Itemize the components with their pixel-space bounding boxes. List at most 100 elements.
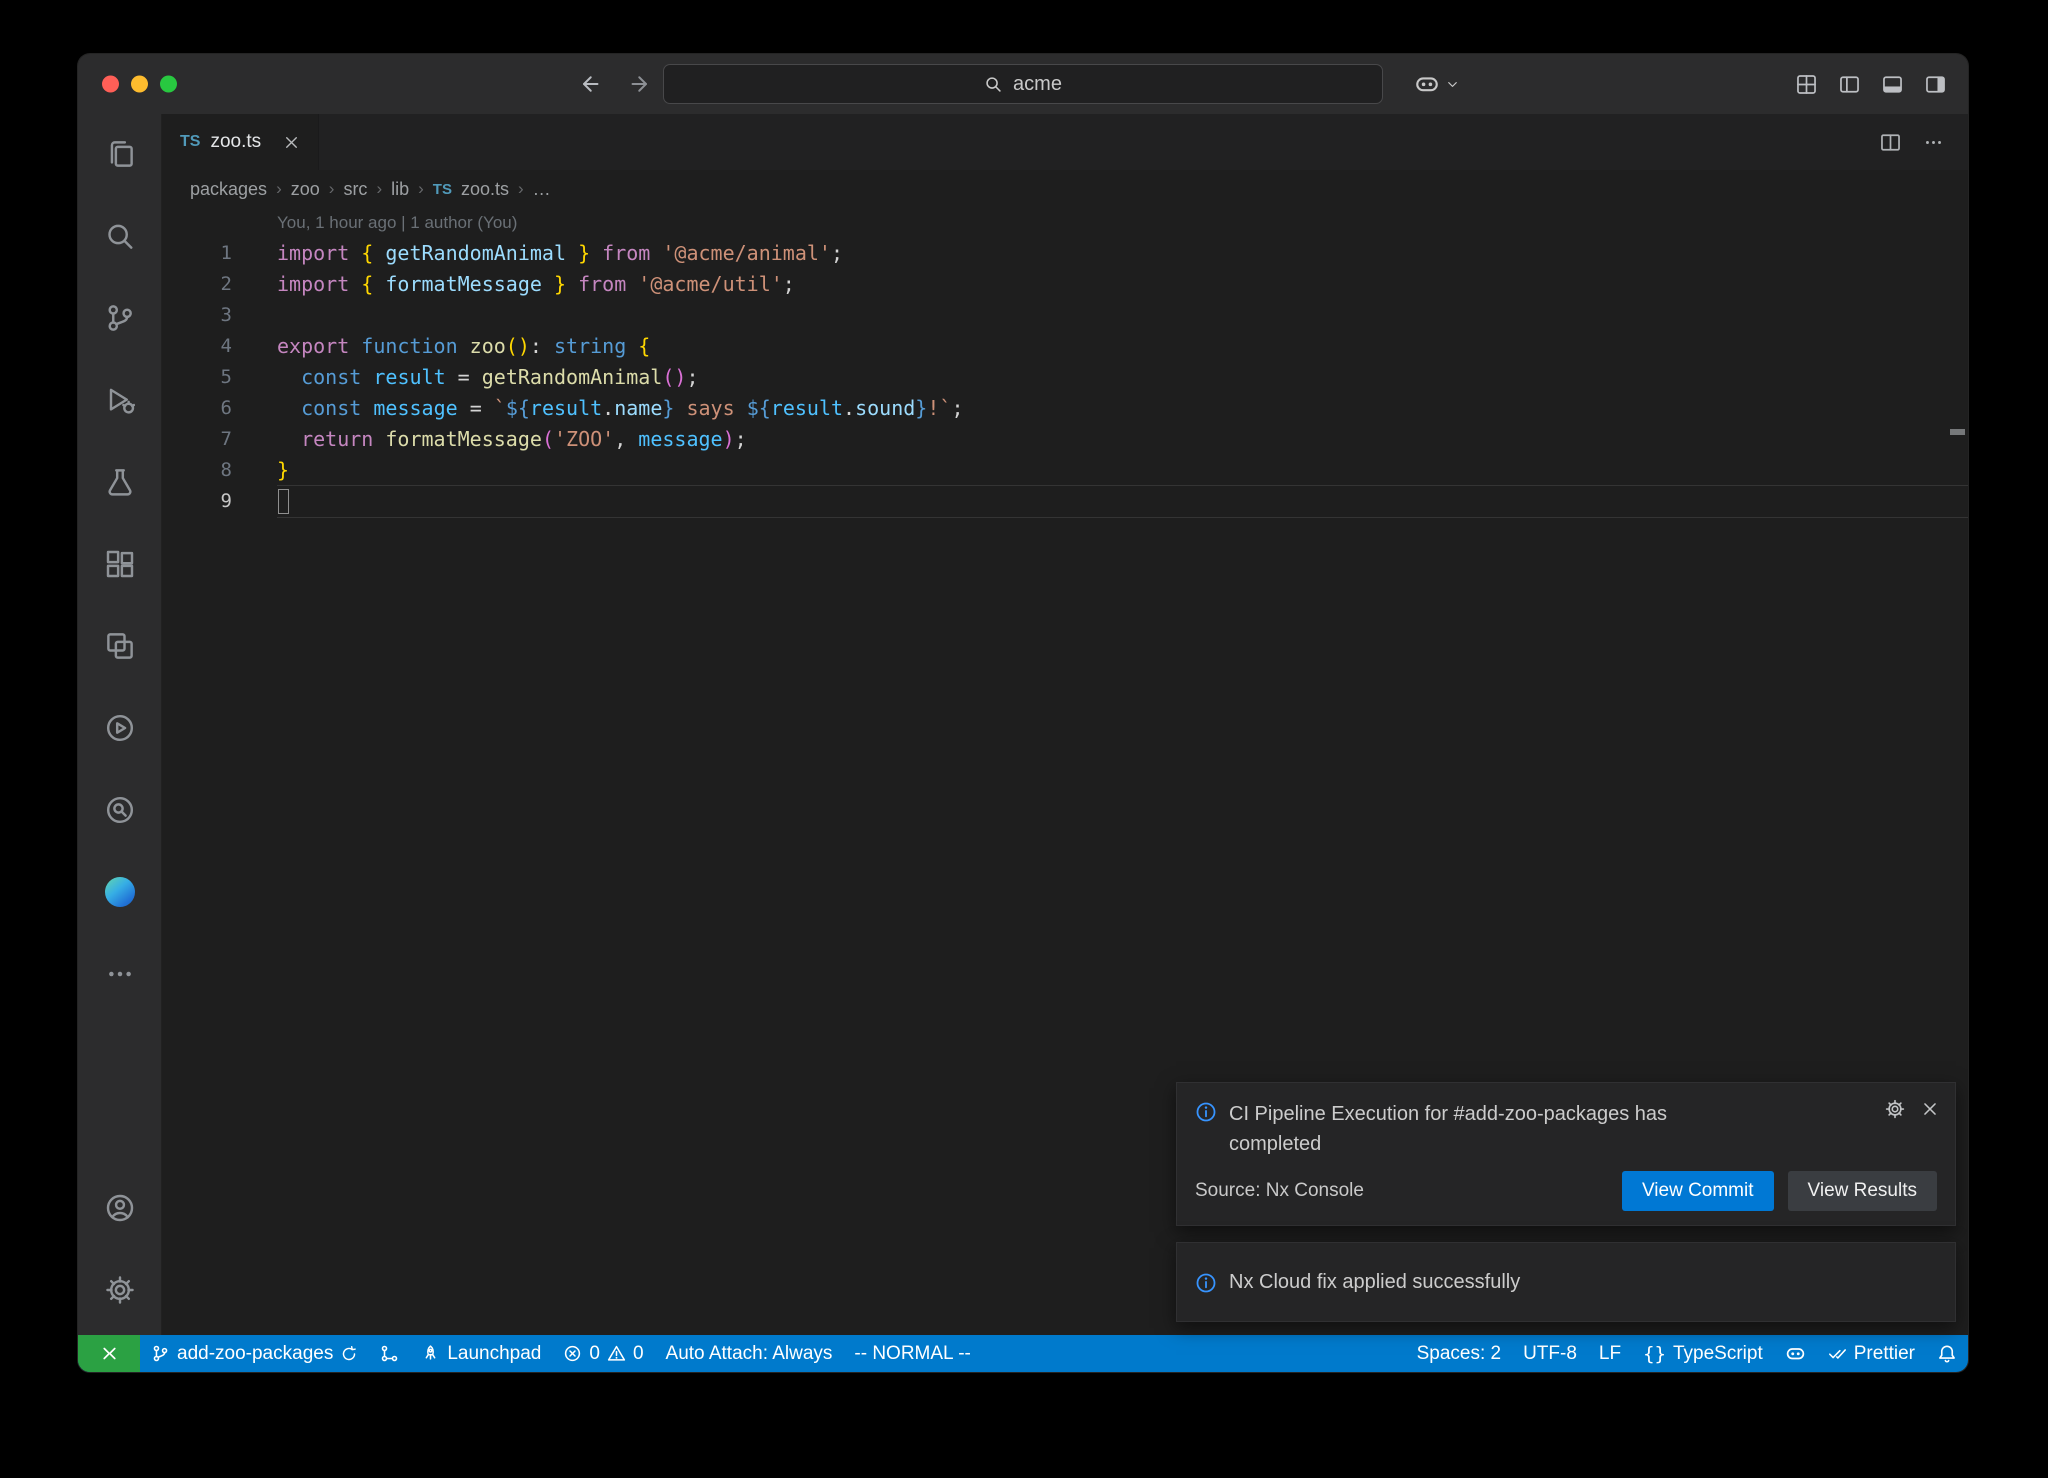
language-indicator[interactable]: {} TypeScript: [1632, 1335, 1774, 1372]
customize-layout-icon: [1796, 74, 1817, 95]
minimize-window-button[interactable]: [131, 76, 148, 93]
view-commit-button[interactable]: View Commit: [1622, 1171, 1774, 1211]
error-icon: [563, 1344, 582, 1363]
code-line[interactable]: 5 const result = getRandomAnimal();: [162, 362, 1968, 393]
formatter-label: Prettier: [1854, 1343, 1915, 1365]
code-text: import { formatMessage } from '@acme/uti…: [277, 269, 795, 300]
info-icon: [1195, 1101, 1217, 1123]
rocket-icon: [421, 1344, 440, 1363]
view-results-button[interactable]: View Results: [1788, 1171, 1937, 1211]
search-icon: [984, 75, 1003, 94]
vim-mode-label: -- NORMAL --: [854, 1343, 970, 1365]
code-editor[interactable]: 1import { getRandomAnimal } from '@acme/…: [162, 238, 1968, 517]
breadcrumb-overflow[interactable]: …: [533, 179, 551, 200]
info-icon: [1195, 1272, 1217, 1294]
gitlens-blame-annotation: You, 1 hour ago | 1 author (You): [162, 208, 1968, 238]
sidebar-item-more-views[interactable]: [78, 948, 161, 1000]
auto-attach-indicator[interactable]: Auto Attach: Always: [655, 1335, 844, 1372]
sidebar-item-explorer[interactable]: [78, 128, 161, 180]
chevron-right-icon: ›: [329, 179, 335, 199]
encoding-indicator[interactable]: UTF-8: [1512, 1335, 1588, 1372]
remote-indicator[interactable]: [78, 1335, 140, 1372]
copilot-icon: [1785, 1343, 1806, 1364]
vscode-window: acme: [78, 54, 1968, 1372]
split-editor-button[interactable]: [1880, 132, 1901, 153]
commit-graph-button[interactable]: [369, 1335, 410, 1372]
line-number: 2: [162, 269, 232, 300]
encoding-label: UTF-8: [1523, 1343, 1577, 1365]
code-line[interactable]: 4export function zoo(): string {: [162, 331, 1968, 362]
traffic-lights: [102, 76, 177, 93]
notification-tools: [1885, 1099, 1939, 1119]
gear-icon: [105, 1275, 135, 1305]
notification-toast: CI Pipeline Execution for #add-zoo-packa…: [1176, 1082, 1956, 1226]
notification-center: CI Pipeline Execution for #add-zoo-packa…: [1176, 1082, 1956, 1322]
close-tab-button[interactable]: [283, 134, 300, 151]
sidebar-item-edge-tools[interactable]: [78, 866, 161, 918]
code-line[interactable]: 7 return formatMessage('ZOO', message);: [162, 424, 1968, 455]
more-actions-button[interactable]: [1923, 132, 1944, 153]
breadcrumb-file[interactable]: zoo.ts: [461, 179, 509, 200]
problems-indicator[interactable]: 0 0: [552, 1335, 654, 1372]
notification-message: Nx Cloud fix applied successfully: [1229, 1267, 1520, 1297]
code-text: const message = `${result.name} says ${r…: [277, 393, 963, 424]
sidebar-item-testing[interactable]: [78, 456, 161, 508]
sidebar-item-inspect[interactable]: [78, 784, 161, 836]
close-icon: [1921, 1100, 1939, 1118]
toggle-panel-button[interactable]: [1882, 74, 1903, 95]
settings-button[interactable]: [78, 1264, 161, 1316]
account-icon: [105, 1193, 135, 1223]
copilot-menu[interactable]: [1414, 54, 1460, 114]
code-line[interactable]: 1import { getRandomAnimal } from '@acme/…: [162, 238, 1968, 269]
breadcrumb-item[interactable]: lib: [391, 179, 409, 200]
chevron-down-icon: [1445, 77, 1460, 92]
sidebar-item-search[interactable]: [78, 210, 161, 262]
toggle-primary-sidebar-icon: [1839, 74, 1860, 95]
breadcrumb-item[interactable]: zoo: [291, 179, 320, 200]
desktop: acme: [0, 0, 2048, 1478]
notification-close-button[interactable]: [1921, 1099, 1939, 1119]
toggle-primary-sidebar-button[interactable]: [1839, 74, 1860, 95]
indentation-label: Spaces: 2: [1417, 1343, 1502, 1365]
toggle-secondary-sidebar-button[interactable]: [1925, 74, 1946, 95]
copilot-status-button[interactable]: [1774, 1335, 1817, 1372]
branch-indicator[interactable]: add-zoo-packages: [140, 1335, 369, 1372]
tab-label: zoo.ts: [210, 131, 261, 153]
sidebar-item-nx-console[interactable]: [78, 702, 161, 754]
accounts-button[interactable]: [78, 1182, 161, 1234]
play-circle-icon: [105, 713, 135, 743]
sidebar-item-source-control[interactable]: [78, 292, 161, 344]
notification-footer: Source: Nx Console View Commit View Resu…: [1195, 1171, 1937, 1211]
sidebar-item-extensions[interactable]: [78, 538, 161, 590]
eol-indicator[interactable]: LF: [1588, 1335, 1632, 1372]
sidebar-item-remote-explorer[interactable]: [78, 620, 161, 672]
breadcrumb-item[interactable]: src: [343, 179, 367, 200]
forward-button[interactable]: [628, 72, 652, 96]
arrow-right-icon: [628, 72, 652, 96]
branch-name: add-zoo-packages: [177, 1343, 333, 1365]
code-line[interactable]: 2 import { formatMessage } from '@acme/ut…: [162, 269, 1968, 300]
command-center-search[interactable]: acme: [663, 64, 1383, 104]
customize-layout-button[interactable]: [1796, 74, 1817, 95]
tab-zoo-ts[interactable]: TS zoo.ts: [162, 114, 319, 170]
code-line[interactable]: 8}: [162, 455, 1968, 486]
launchpad-button[interactable]: Launchpad: [410, 1335, 552, 1372]
code-line[interactable]: 9: [162, 486, 1968, 517]
breadcrumb-item[interactable]: packages: [190, 179, 267, 200]
sidebar-item-run-debug[interactable]: [78, 374, 161, 426]
activity-bar: [78, 114, 162, 1335]
zoom-window-button[interactable]: [160, 76, 177, 93]
notification-settings-button[interactable]: [1885, 1099, 1905, 1119]
notifications-bell-button[interactable]: [1926, 1335, 1968, 1372]
line-number: 8: [162, 455, 232, 486]
status-bar-right: Spaces: 2 UTF-8 LF {} TypeScript Prettie…: [1406, 1335, 1968, 1372]
back-button[interactable]: [578, 72, 602, 96]
formatter-indicator[interactable]: Prettier: [1817, 1335, 1926, 1372]
indentation-indicator[interactable]: Spaces: 2: [1406, 1335, 1513, 1372]
code-line[interactable]: 3: [162, 300, 1968, 331]
close-window-button[interactable]: [102, 76, 119, 93]
commit-graph-icon: [380, 1344, 399, 1363]
code-text: return formatMessage('ZOO', message);: [277, 424, 747, 455]
code-line[interactable]: 6 const message = `${result.name} says $…: [162, 393, 1968, 424]
vim-mode-indicator[interactable]: -- NORMAL --: [843, 1335, 981, 1372]
